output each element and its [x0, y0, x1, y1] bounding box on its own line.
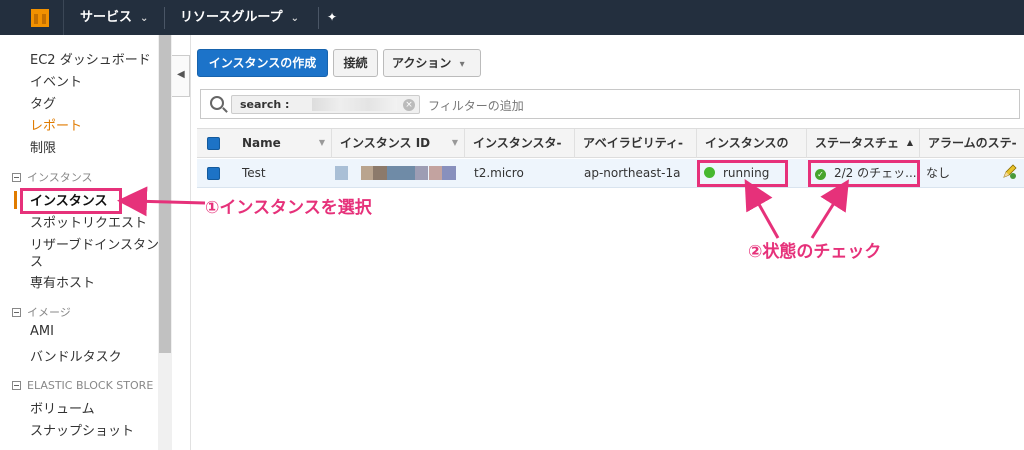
- column-header-instance-type[interactable]: インスタンスタ-: [465, 129, 575, 158]
- cell-name: Test: [242, 166, 266, 180]
- cell-availability-zone: ap-northeast-1a: [584, 166, 681, 180]
- resource-groups-menu[interactable]: リソースグループ ⌄: [180, 0, 299, 35]
- section-images[interactable]: イメージ: [12, 304, 71, 320]
- sort-icon: ▼: [451, 138, 458, 147]
- annotation-check-status: ②状態のチェック: [748, 242, 882, 262]
- redacted-value: [312, 98, 397, 111]
- aws-logo-icon[interactable]: [0, 0, 64, 35]
- filter-search-bar[interactable]: search : × フィルターの追加: [200, 89, 1020, 119]
- chevron-left-icon: ◀: [177, 69, 185, 80]
- active-indicator: [14, 191, 17, 209]
- sidebar-item-ami[interactable]: AMI: [30, 324, 54, 339]
- nav-divider: [318, 7, 319, 29]
- panel-divider: [190, 35, 191, 450]
- sidebar-scroll-thumb[interactable]: [159, 35, 171, 353]
- sidebar-item-reports[interactable]: レポート: [30, 115, 82, 134]
- collapse-icon: [12, 173, 21, 182]
- close-icon[interactable]: ×: [403, 99, 415, 111]
- collapse-icon: [12, 308, 21, 317]
- sidebar-item-events[interactable]: イベント: [30, 71, 82, 90]
- filter-placeholder[interactable]: フィルターの追加: [428, 97, 524, 114]
- cell-alarm-status: なし: [926, 166, 951, 180]
- column-header-instance-state[interactable]: インスタンスの: [697, 129, 807, 158]
- table-header: Name ▼ インスタンス ID ▼ インスタンスタ- アベイラビリティ- インスタ…: [197, 128, 1024, 158]
- cell-instance-type: t2.micro: [474, 166, 524, 180]
- edit-alarm-icon[interactable]: [1001, 164, 1017, 180]
- services-menu[interactable]: サービス ⌄: [80, 0, 148, 35]
- launch-instance-button[interactable]: インスタンスの作成: [197, 49, 328, 77]
- column-header-name[interactable]: Name ▼: [234, 129, 332, 158]
- search-filter-token[interactable]: search : ×: [231, 95, 420, 114]
- highlight-running-state: [697, 160, 788, 187]
- section-instances[interactable]: インスタンス: [12, 169, 93, 185]
- chevron-down-icon: ⌄: [140, 13, 149, 24]
- sidebar-item-reserved-instances[interactable]: リザーブドインスタン: [30, 234, 159, 253]
- highlight-instances-menu: [20, 188, 122, 214]
- search-icon: [210, 96, 224, 110]
- column-header-alarm-status[interactable]: アラームのステ-: [920, 129, 1024, 158]
- collapse-sidebar-button[interactable]: ◀: [172, 55, 190, 97]
- sidebar-item-volumes[interactable]: ボリューム: [30, 398, 95, 417]
- pin-icon[interactable]: ✦: [327, 0, 337, 35]
- sidebar-item-snapshots[interactable]: スナップショット: [30, 420, 134, 439]
- annotation-select-instance: ①インスタンスを選択: [205, 198, 372, 218]
- column-header-status-checks[interactable]: ステータスチェ ▲: [807, 129, 920, 158]
- top-navigation-bar: サービス ⌄ リソースグループ ⌄ ✦: [0, 0, 1024, 35]
- chevron-down-icon: ▾: [459, 59, 465, 70]
- sidebar-item-bundle-tasks[interactable]: バンドルタスク: [30, 346, 122, 365]
- connect-button[interactable]: 接続: [333, 49, 378, 77]
- section-ebs[interactable]: ELASTIC BLOCK STORE: [12, 379, 153, 392]
- sidebar-item-limits[interactable]: 制限: [30, 137, 56, 156]
- sort-asc-icon: ▲: [906, 138, 913, 147]
- highlight-status-check: [808, 160, 920, 187]
- sidebar-item-reserved-instances-wrap[interactable]: ス: [30, 251, 43, 270]
- sidebar-item-tags[interactable]: タグ: [30, 93, 56, 112]
- cell-instance-id-redacted: [335, 159, 465, 188]
- row-checkbox[interactable]: [207, 167, 220, 180]
- chevron-down-icon: ⌄: [290, 13, 299, 24]
- collapse-icon: [12, 381, 21, 390]
- actions-dropdown[interactable]: アクション ▾: [383, 49, 481, 77]
- select-all-checkbox[interactable]: [207, 137, 220, 150]
- sort-icon: ▼: [318, 138, 325, 147]
- sidebar: EC2 ダッシュボード イベント タグ レポート 制限 インスタンス インスタン…: [0, 35, 172, 450]
- nav-divider: [164, 7, 165, 29]
- sidebar-item-spot-requests[interactable]: スポットリクエスト: [30, 212, 147, 231]
- sidebar-item-dedicated-hosts[interactable]: 専有ホスト: [30, 272, 95, 291]
- column-header-instance-id[interactable]: インスタンス ID ▼: [332, 129, 465, 158]
- column-header-availability-zone[interactable]: アベイラビリティ-: [575, 129, 697, 158]
- sidebar-item-ec2-dashboard[interactable]: EC2 ダッシュボード: [30, 49, 151, 68]
